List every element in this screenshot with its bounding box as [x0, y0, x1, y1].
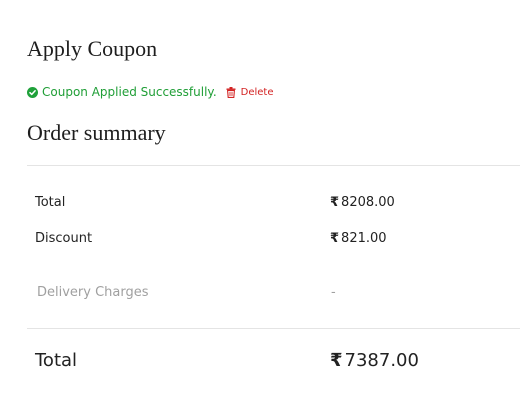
apply-coupon-heading: Apply Coupon: [27, 36, 158, 61]
summary-divider-bottom: [27, 328, 520, 329]
total-value: ₹8208.00: [330, 195, 395, 210]
grand-total-label: Total: [35, 350, 78, 371]
coupon-status: Coupon Applied Successfully. Delete: [27, 84, 274, 100]
discount-amount: 821.00: [341, 231, 387, 246]
discount-label: Discount: [35, 231, 93, 246]
discount-value: ₹821.00: [330, 231, 387, 246]
check-circle-icon: [27, 86, 38, 98]
delete-coupon-button[interactable]: Delete: [226, 86, 274, 98]
delivery-charges-value: -: [331, 285, 336, 300]
order-summary-heading: Order summary: [27, 120, 166, 145]
rupee-symbol: ₹: [330, 350, 343, 371]
grand-total-value: ₹7387.00: [330, 350, 419, 371]
grand-total-amount: 7387.00: [344, 350, 419, 371]
rupee-symbol: ₹: [330, 231, 340, 246]
summary-divider-top: [27, 165, 520, 166]
total-amount: 8208.00: [341, 195, 395, 210]
delivery-charges-label: Delivery Charges: [37, 285, 149, 300]
coupon-success-message: Coupon Applied Successfully.: [42, 85, 217, 99]
total-label: Total: [35, 195, 66, 210]
delete-label: Delete: [240, 86, 274, 98]
trash-icon: [226, 86, 236, 98]
rupee-symbol: ₹: [330, 195, 340, 210]
